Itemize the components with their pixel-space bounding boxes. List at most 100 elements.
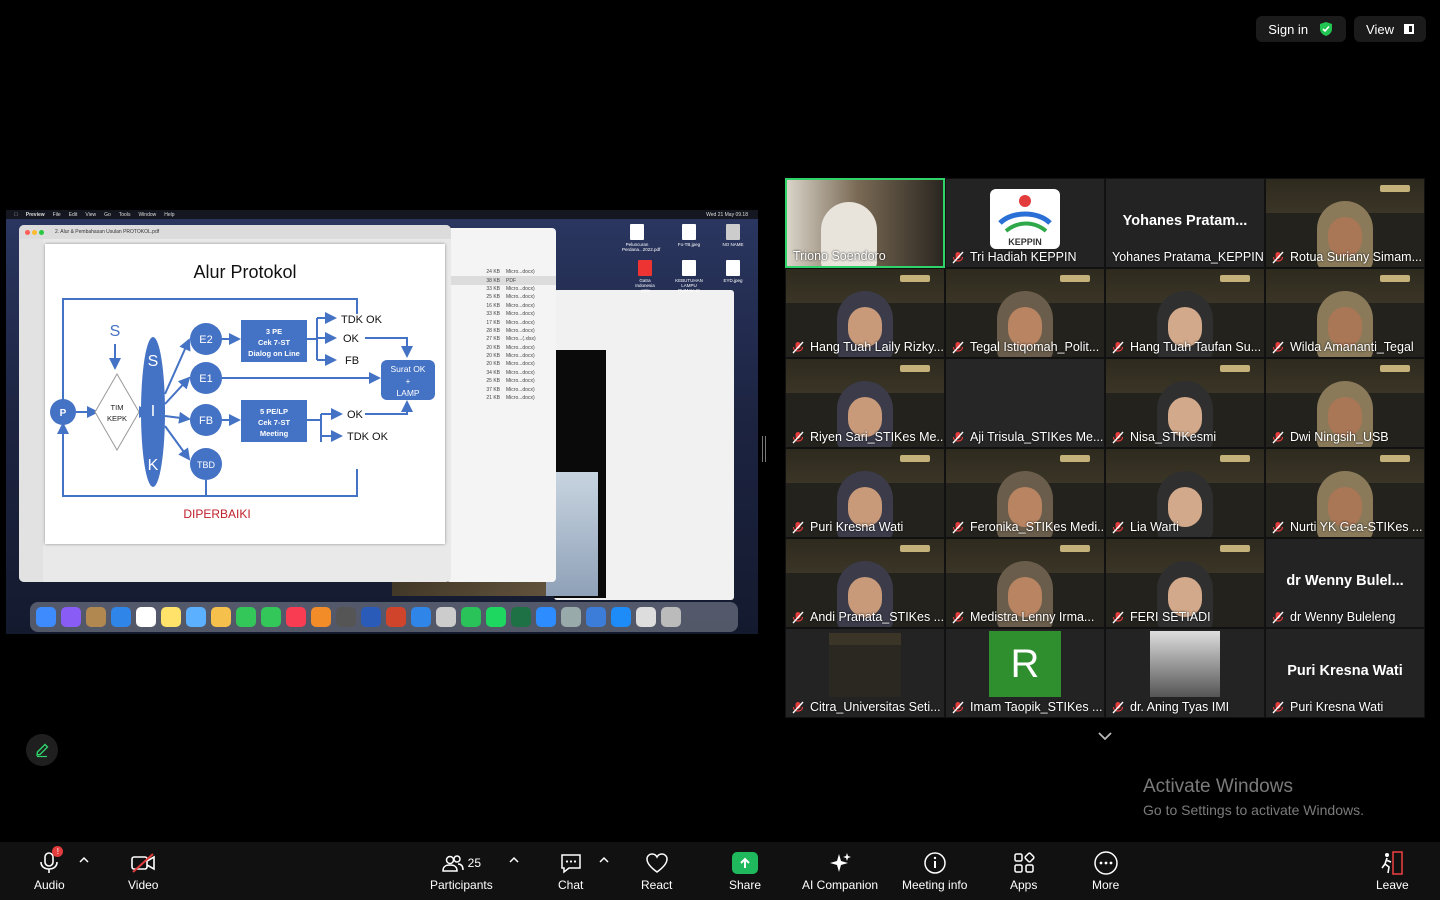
video-off-icon [131,853,156,873]
participant-tile[interactable]: Nurti YK Gea-STIKes ... [1265,448,1425,538]
tdk-ok-1-label: TDK OK [341,314,383,326]
desktop-file-icon: Peluncuran Perdana...2022.pdf [622,224,660,252]
gallery-next-page-chevron-icon[interactable] [1094,728,1116,744]
finder-size: 24 KB [486,269,500,276]
split-divider-handle[interactable] [762,436,766,462]
participant-tile[interactable]: Tegal Istiqomah_Polit... [945,268,1105,358]
mac-dock [30,602,738,632]
meeting-info-button[interactable]: Meeting info [902,850,967,892]
chat-button[interactable]: Chat [558,850,583,892]
finder-kind: Micro...docx) [506,369,535,376]
react-button[interactable]: React [641,850,672,892]
participant-tile[interactable]: Hang Tuah Taufan Su... [1105,268,1265,358]
participant-tile[interactable]: Yohanes Pratam... Yohanes Pratama_KEPPIN [1105,178,1265,268]
word-app-icon [361,607,381,627]
surat-line3: LAMP [396,388,419,398]
participant-tile[interactable]: Feronika_STIKes Medi... [945,448,1105,538]
participant-name: Dwi Ningsih_USB [1268,428,1393,446]
audio-options-caret-icon[interactable] [79,856,89,864]
ai-companion-button[interactable]: AI Companion [802,850,878,892]
video-button[interactable]: Video [128,850,158,892]
participant-tile[interactable]: Aji Trisula_STIKes Me... [945,358,1105,448]
powerpoint-app-icon [386,607,406,627]
participant-tile[interactable]: Nisa_STIKesmi [1105,358,1265,448]
facetime-app-icon [261,607,281,627]
ok-1-label: OK [343,333,360,345]
photos-app-icon [211,607,231,627]
participant-tile[interactable]: Citra_Universitas Seti... [785,628,945,718]
menubar-item: Edit [64,211,78,218]
participant-name: dr Wenny Buleleng [1268,608,1399,626]
participant-name: FERI SETIADI [1108,608,1215,626]
participant-tile[interactable]: Dwi Ningsih_USB [1265,358,1425,448]
leave-button[interactable]: Leave [1376,850,1409,892]
ok-2-label: OK [347,409,364,421]
participant-tile[interactable]: R Imam Taopik_STIKes ... [945,628,1105,718]
participants-options-caret-icon[interactable] [509,856,519,864]
participant-tile[interactable]: Puri Kresna Wati Puri Kresna Wati [1265,628,1425,718]
finder-size: 16 KB [486,302,500,309]
apps-button[interactable]: Apps [1010,850,1037,892]
grid-view-icon [1404,24,1414,34]
view-button[interactable]: View [1354,16,1426,42]
watermark-line1: Activate Windows [1143,776,1293,797]
leave-label: Leave [1376,878,1409,892]
participant-tile[interactable]: dr. Aning Tyas IMI [1105,628,1265,718]
tdk-ok-2-label: TDK OK [347,431,389,443]
ai-companion-label: AI Companion [802,878,879,892]
participant-tile[interactable]: KEPPIN Tri Hadiah KEPPIN [945,178,1105,268]
participants-button[interactable]: 25 Participants [430,850,493,892]
finder-kind: Micro...(.xlsx) [506,336,536,343]
audio-button[interactable]: ! Audio [34,846,65,892]
chat-options-caret-icon[interactable] [599,856,609,864]
participant-tile[interactable]: Triono Soendoro [785,178,945,268]
participant-tile[interactable]: Rotua Suriany Simam... [1265,178,1425,268]
muted-mic-icon [1272,521,1284,533]
participant-name: Riyen Sari_STIKes Me... [788,428,944,446]
finder-size: 20 KB [486,353,500,360]
finder-row: 38 KB PDF [446,276,556,285]
more-button[interactable]: More [1092,850,1119,892]
mac-menubar:  Preview File Edit View Go Tools Window… [6,210,758,219]
finder-kind: PDF [506,277,516,284]
participant-tile[interactable]: Hang Tuah Laily Rizky... [785,268,945,358]
menubar-item: Go [100,211,111,218]
participant-tile[interactable]: Riyen Sari_STIKes Me... [785,358,945,448]
participant-tile[interactable]: Puri Kresna Wati [785,448,945,538]
finder-size: 25 KB [486,294,500,301]
participant-tile[interactable]: Andi Pranata_STIKes ... [785,538,945,628]
shared-screen[interactable]:  Preview File Edit View Go Tools Window… [6,210,758,634]
participant-name: Feronika_STIKes Medi... [948,518,1104,536]
finder-row: 27 KB Micro...(.xlsx) [446,335,556,343]
finder-kind: Micro...docx) [506,353,535,360]
box2-line1: 5 PE/LP [260,407,288,416]
annotate-pen-button[interactable] [26,734,58,766]
audio-alert-badge: ! [52,846,64,857]
tim-kepk-diamond [94,373,140,451]
finder-size: 33 KB [486,311,500,318]
participant-tile[interactable]: Medistra Lenny Irma... [945,538,1105,628]
security-shield-icon[interactable] [1318,21,1334,37]
close-dot-icon [25,230,30,235]
muted-mic-icon [1112,701,1124,713]
appstore-app-icon [611,607,631,627]
finder-kind: Micro...docx) [506,327,535,334]
sik-k-label: K [148,457,159,474]
finder-kind: Micro...docx) [506,302,535,309]
participant-tile[interactable]: dr Wenny Bulel... dr Wenny Buleleng [1265,538,1425,628]
minimize-dot-icon [32,230,37,235]
menubar-item: Help [160,211,174,218]
share-button[interactable]: Share [729,850,761,892]
audio-label: Audio [34,878,65,892]
sign-in-button[interactable]: Sign in [1256,16,1347,42]
contacts-app-icon [86,607,106,627]
participant-tile[interactable]: Lia Warti [1105,448,1265,538]
meeting-toolbar: ! Audio Video 25 Participants Chat React… [0,842,1440,900]
participant-tile[interactable]: FERI SETIADI [1105,538,1265,628]
finder-row: 17 KB Micro...docx) [446,318,556,326]
protocol-flow-diagram: Alur Protokol P S TIM KEPK S I K E2 E1 F… [50,262,435,521]
participant-tile[interactable]: Wilda Amananti_Tegal [1265,268,1425,358]
finder-kind: Micro...docx) [506,386,535,393]
heart-icon [645,853,668,873]
menubar-item: File [48,211,61,218]
